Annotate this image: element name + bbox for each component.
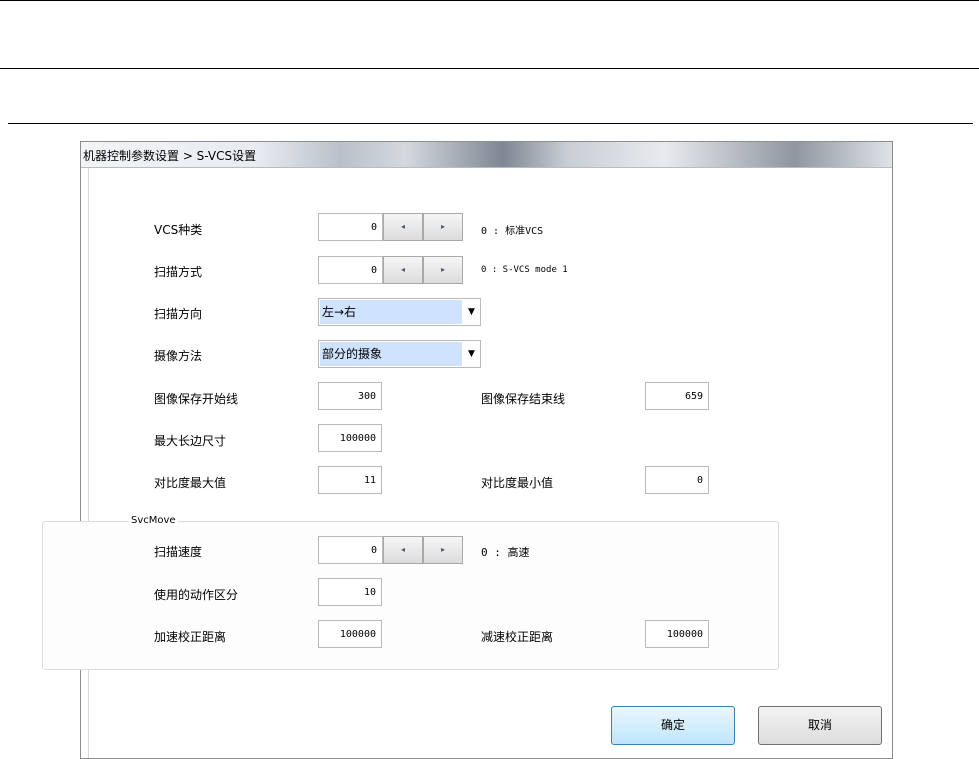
capture-method-dropdown[interactable]: 部分的摄象 ▼ — [318, 340, 481, 368]
vcs-type-increment-button[interactable]: ▸ — [423, 213, 463, 241]
chevron-down-icon: ▼ — [468, 349, 475, 359]
left-arrow-icon: ◂ — [400, 222, 405, 231]
max-long-side-label: 最大长边尺寸 — [154, 434, 227, 448]
chevron-down-icon: ▼ — [468, 307, 475, 317]
ok-button[interactable]: 确定 — [611, 706, 735, 745]
cancel-button[interactable]: 取消 — [758, 706, 882, 745]
vcs-type-label: VCS种类 — [154, 223, 203, 237]
scan-mode-decrement-button[interactable]: ◂ — [383, 256, 423, 284]
vcs-type-decrement-button[interactable]: ◂ — [383, 213, 423, 241]
svcmove-group-title: SvcMove — [129, 515, 178, 526]
scan-mode-input[interactable]: 0 — [318, 256, 383, 284]
right-arrow-icon: ▸ — [440, 222, 445, 231]
scan-mode-increment-button[interactable]: ▸ — [423, 256, 463, 284]
capture-method-value: 部分的摄象 — [320, 342, 462, 366]
scan-speed-label: 扫描速度 — [154, 545, 203, 559]
top-rule-2 — [0, 68, 979, 69]
decel-distance-label: 减速校正距离 — [481, 630, 554, 644]
scan-direction-value: 左→右 — [320, 300, 462, 324]
contrast-max-label: 对比度最大值 — [154, 476, 227, 490]
image-save-end-label: 图像保存结束线 — [481, 392, 566, 406]
scan-direction-dropdown[interactable]: 左→右 ▼ — [318, 298, 481, 326]
image-save-start-label: 图像保存开始线 — [154, 392, 239, 406]
top-rule-1 — [0, 0, 979, 1]
scan-speed-input[interactable]: 0 — [318, 536, 383, 564]
capture-method-label: 摄像方法 — [154, 349, 203, 363]
window-title: 机器控制参数设置 > S-VCS设置 — [83, 149, 257, 163]
right-arrow-icon: ▸ — [440, 265, 445, 274]
contrast-min-label: 对比度最小值 — [481, 476, 554, 490]
scan-speed-hint: 0 : 高速 — [481, 546, 530, 559]
scan-mode-label: 扫描方式 — [154, 265, 203, 279]
image-save-end-input[interactable]: 659 — [645, 382, 709, 410]
scan-mode-hint: 0 : S-VCS mode 1 — [481, 265, 568, 275]
accel-distance-input[interactable]: 100000 — [318, 620, 382, 648]
scan-direction-label: 扫描方向 — [154, 307, 203, 321]
left-arrow-icon: ◂ — [400, 265, 405, 274]
accel-distance-label: 加速校正距离 — [154, 630, 227, 644]
scan-speed-increment-button[interactable]: ▸ — [423, 536, 463, 564]
contrast-min-input[interactable]: 0 — [645, 466, 709, 494]
contrast-max-input[interactable]: 11 — [318, 466, 382, 494]
image-save-start-input[interactable]: 300 — [318, 382, 382, 410]
scan-speed-decrement-button[interactable]: ◂ — [383, 536, 423, 564]
motion-section-label: 使用的动作区分 — [154, 588, 239, 602]
max-long-side-input[interactable]: 100000 — [318, 424, 382, 452]
title-bar[interactable]: 机器控制参数设置 > S-VCS设置 — [81, 142, 892, 168]
vcs-type-input[interactable]: 0 — [318, 213, 383, 241]
vcs-type-hint: 0 : 标准VCS — [481, 226, 544, 237]
left-arrow-icon: ◂ — [400, 545, 405, 554]
right-arrow-icon: ▸ — [440, 545, 445, 554]
decel-distance-input[interactable]: 100000 — [645, 620, 709, 648]
top-rule-3 — [8, 123, 973, 124]
motion-section-input[interactable]: 10 — [318, 578, 382, 606]
